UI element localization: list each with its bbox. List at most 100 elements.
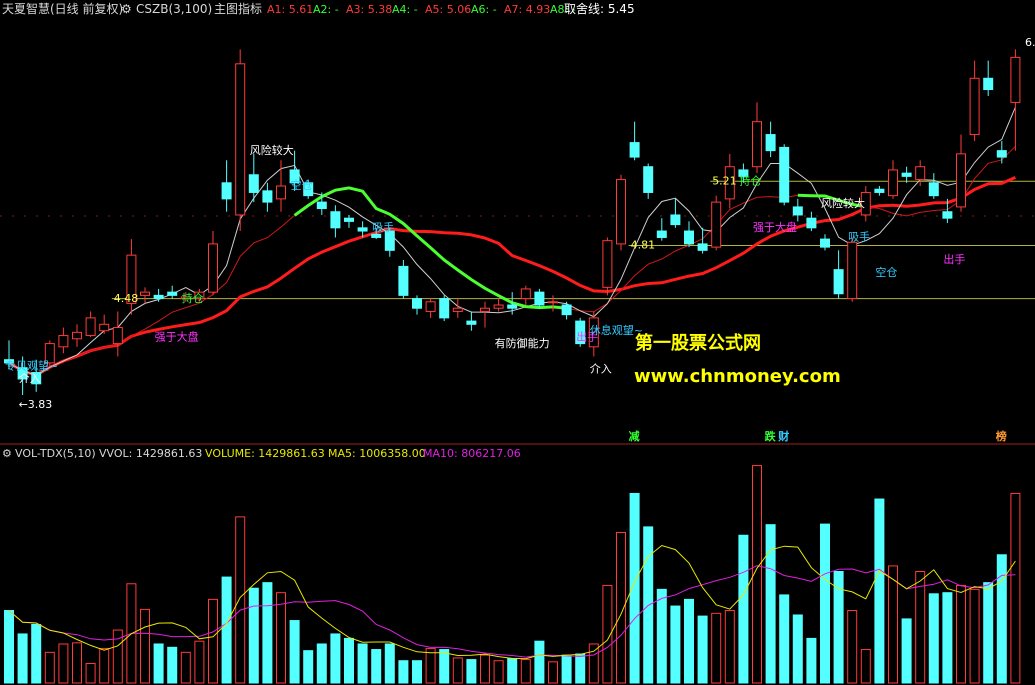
volume-bar[interactable]	[847, 610, 858, 684]
volume-bar[interactable]	[901, 618, 912, 684]
event-marker[interactable]: 跌	[765, 429, 777, 443]
candle-body[interactable]	[956, 153, 966, 208]
candle-body[interactable]	[752, 121, 762, 168]
volume-bar[interactable]	[72, 642, 82, 684]
volume-bar[interactable]	[588, 643, 599, 684]
candle-body[interactable]	[330, 211, 341, 229]
volume-bar[interactable]	[85, 662, 96, 684]
volume-bar[interactable]	[806, 637, 817, 684]
candle-body[interactable]	[480, 307, 490, 312]
candle-body[interactable]	[847, 241, 858, 300]
volume-bar[interactable]	[452, 657, 463, 684]
candle-body[interactable]	[452, 307, 463, 312]
volume-bar[interactable]	[208, 598, 218, 684]
event-marker[interactable]: 减	[629, 429, 640, 443]
volume-bar[interactable]	[697, 615, 708, 684]
volume-bar[interactable]	[412, 660, 422, 684]
candle-body[interactable]	[316, 201, 327, 210]
volume-bar[interactable]	[561, 654, 572, 684]
volume-bar[interactable]	[316, 643, 327, 684]
candle-body[interactable]	[779, 146, 790, 203]
candle-body[interactable]	[235, 63, 246, 216]
candle-body[interactable]	[1010, 56, 1021, 103]
candle-body[interactable]	[901, 172, 912, 177]
candle-body[interactable]	[221, 182, 232, 200]
candle-body[interactable]	[806, 217, 817, 229]
volume-bar[interactable]	[4, 610, 14, 684]
volume-bar[interactable]	[711, 612, 722, 684]
volume-bar[interactable]	[575, 653, 586, 684]
candle-body[interactable]	[711, 201, 722, 248]
candle-body[interactable]	[425, 301, 436, 312]
candle-body[interactable]	[412, 298, 422, 309]
candle-body[interactable]	[684, 230, 694, 245]
volume-bar[interactable]	[548, 661, 558, 684]
volume-bar[interactable]	[17, 633, 28, 684]
volume-bar[interactable]	[344, 637, 354, 684]
candle-body[interactable]	[548, 301, 558, 304]
volume-bar[interactable]	[180, 651, 191, 684]
candle-body[interactable]	[371, 233, 382, 238]
volume-bar[interactable]	[888, 565, 898, 684]
candle-body[interactable]	[248, 174, 259, 193]
volume-bar[interactable]	[289, 620, 300, 684]
indicator-name[interactable]: CSZB(3,100)	[136, 2, 212, 16]
candle-body[interactable]	[466, 320, 477, 325]
candle-body[interactable]	[561, 304, 572, 316]
candle-body[interactable]	[983, 77, 994, 91]
candle-body[interactable]	[507, 304, 518, 309]
candle-body[interactable]	[616, 179, 626, 245]
volume-bar[interactable]	[425, 647, 436, 684]
candle-body[interactable]	[629, 142, 640, 158]
volume-bar[interactable]	[779, 594, 790, 684]
candle-body[interactable]	[643, 166, 654, 193]
volume-bar[interactable]	[792, 614, 803, 684]
candle-body[interactable]	[833, 269, 844, 295]
volume-bar[interactable]	[942, 592, 953, 684]
candle-body[interactable]	[344, 217, 354, 222]
candle-body[interactable]	[58, 335, 69, 348]
candle-body[interactable]	[72, 331, 82, 340]
volume-bar[interactable]	[194, 640, 205, 684]
volume-bar[interactable]	[915, 571, 926, 684]
candle-body[interactable]	[85, 317, 96, 337]
volume-bar[interactable]	[31, 623, 42, 684]
volume-bar[interactable]	[765, 524, 776, 684]
volume-bar[interactable]	[493, 660, 504, 684]
volume-bar[interactable]	[44, 651, 55, 684]
candle-body[interactable]	[928, 182, 939, 197]
event-marker[interactable]: 榜	[996, 429, 1007, 443]
volume-bar[interactable]	[1010, 492, 1021, 684]
candle-body[interactable]	[398, 265, 409, 296]
volume-bar[interactable]	[996, 554, 1007, 684]
volume-bar[interactable]	[303, 650, 314, 684]
volume-bar[interactable]	[520, 659, 531, 684]
candle-body[interactable]	[520, 288, 531, 300]
candle-body[interactable]	[276, 185, 286, 200]
candle-body[interactable]	[820, 238, 830, 248]
volume-indicator-name[interactable]: VOL-TDX(5,10)	[15, 447, 96, 460]
volume-bar[interactable]	[99, 647, 110, 684]
volume-bar[interactable]	[58, 643, 69, 684]
candle-body[interactable]	[942, 211, 953, 219]
candle-body[interactable]	[140, 291, 150, 296]
volume-bar[interactable]	[371, 649, 382, 684]
volume-bar[interactable]	[384, 643, 395, 684]
volume-bar[interactable]	[480, 654, 490, 684]
volume-bar[interactable]	[860, 649, 871, 684]
volume-bar[interactable]	[507, 657, 518, 684]
candle-body[interactable]	[888, 169, 898, 197]
volume-bar[interactable]	[140, 608, 150, 684]
candle-body[interactable]	[697, 243, 708, 251]
candle-body[interactable]	[262, 190, 273, 203]
volume-bar[interactable]	[439, 649, 450, 684]
volume-bar[interactable]	[235, 516, 246, 684]
candle-body[interactable]	[996, 150, 1007, 158]
volume-bar[interactable]	[221, 576, 232, 684]
volume-bar[interactable]	[969, 588, 980, 684]
candle-body[interactable]	[534, 291, 545, 306]
candle-body[interactable]	[874, 188, 885, 193]
settings-gear-icon[interactable]: ⚙	[2, 447, 12, 460]
volume-bar[interactable]	[167, 646, 178, 684]
candle-body[interactable]	[153, 294, 164, 300]
